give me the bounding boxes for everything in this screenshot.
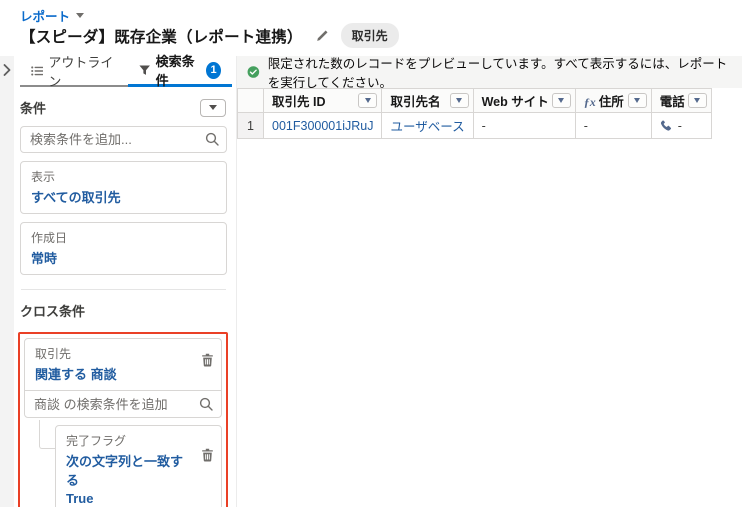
row-number-header [237, 88, 264, 113]
cross-filters-heading: クロス条件 [20, 304, 86, 319]
report-builder: レポート 【スピーダ】既存企業（レポート連携） 取引先 アウトライン 検索条件 … [0, 0, 742, 507]
trash-icon [202, 448, 213, 462]
sub-filters: 完了フラグ 次の文字列と一致する True 成立フラグ 次の文字列と一致する [39, 420, 222, 507]
filter-panel: アウトライン 検索条件 1 条件 検索条件を追加... 表示 すべての取引先 作… [14, 54, 232, 507]
search-icon [199, 397, 213, 411]
phone-icon [660, 119, 671, 131]
cross-add-filter-search [25, 390, 221, 417]
cross-add-filter-input[interactable] [25, 391, 221, 417]
column-label: 取引先名 [390, 95, 441, 109]
tab-outline-label: アウトライン [48, 54, 114, 89]
delete-sub-filter-button[interactable] [201, 448, 214, 465]
cross-filter-group: 取引先 関連する 商談 [24, 338, 222, 418]
sub-filter-operator: 次の文字列と一致する [66, 454, 184, 488]
title-row: 【スピーダ】既存企業（レポート連携） 取引先 [20, 23, 399, 48]
filter-label: 表示 [31, 170, 56, 184]
cross-filter-value: 関連する 商談 [35, 367, 117, 382]
chevron-down-icon [634, 98, 641, 103]
column-label: Web サイト [481, 95, 549, 109]
panel-collapse-rail [0, 56, 14, 507]
filter-label: 作成日 [31, 231, 68, 245]
preview-notice: 限定された数のレコードをプレビューしています。すべて表示するには、レポートを実行… [237, 56, 742, 90]
add-filter-input[interactable] [20, 126, 227, 153]
page-title: 【スピーダ】既存企業（レポート連携） [20, 28, 303, 46]
preview-notice-text: 限定された数のレコードをプレビューしています。すべて表示するには、レポートを実行… [267, 57, 728, 90]
tab-filters-label: 検索条件 [155, 54, 195, 88]
filter-value: すべての取引先 [31, 190, 121, 205]
filter-value: 常時 [31, 251, 58, 266]
edit-pencil-icon[interactable] [315, 29, 329, 43]
column-menu-button[interactable] [358, 93, 378, 108]
chevron-down-icon [456, 98, 463, 103]
row-number: 1 [237, 112, 264, 139]
account-id-link[interactable]: 001F300001iJRuJ [272, 119, 373, 133]
table-header-row: 取引先 ID 取引先名 Web サイト ƒx 住所 電話 [237, 88, 712, 113]
report-preview: 限定された数のレコードをプレビューしています。すべて表示するには、レポートを実行… [236, 56, 742, 507]
divider [21, 289, 226, 290]
panel-tabbar: アウトライン 検索条件 1 [14, 54, 232, 89]
column-menu-button[interactable] [627, 93, 647, 108]
chevron-down-icon [694, 98, 701, 103]
tab-outline[interactable]: アウトライン [20, 55, 129, 89]
column-label: 取引先 ID [272, 95, 326, 109]
search-icon [205, 132, 219, 146]
chevron-down-icon [558, 98, 565, 103]
conditions-menu-button[interactable] [200, 98, 226, 117]
column-label: 電話 [659, 95, 685, 109]
address-cell: - [574, 112, 652, 139]
cross-filter-object: 取引先 [35, 347, 72, 361]
filter-card-created-date[interactable]: 作成日 常時 [20, 222, 227, 275]
chevron-down-icon[interactable] [76, 13, 85, 18]
column-header-account-name[interactable]: 取引先名 [381, 88, 474, 113]
tree-connector-line [39, 420, 55, 449]
conditions-heading: 条件 [20, 101, 47, 116]
website-cell: - [472, 112, 576, 139]
column-header-website[interactable]: Web サイト [472, 88, 576, 113]
object-type-badge: 取引先 [340, 23, 399, 48]
filter-card-scope[interactable]: 表示 すべての取引先 [20, 161, 227, 214]
column-header-address[interactable]: ƒx 住所 [574, 88, 652, 113]
table-row: 1 001F300001iJRuJ ユーザベース - - - [237, 112, 712, 139]
tab-filters[interactable]: 検索条件 1 [128, 54, 232, 88]
column-menu-button[interactable] [687, 93, 707, 108]
column-header-phone[interactable]: 電話 [650, 88, 712, 113]
list-icon [31, 65, 44, 76]
phone-cell: - [650, 112, 712, 139]
trash-icon [202, 353, 213, 367]
filter-funnel-icon [139, 65, 151, 75]
sub-filter-value: True [66, 491, 94, 506]
cross-filter-card[interactable]: 取引先 関連する 商談 [25, 339, 221, 390]
phone-value: - [677, 118, 682, 133]
chevron-down-icon [209, 105, 217, 110]
sub-filter-field: 完了フラグ [66, 434, 127, 448]
filter-panel-body: 条件 表示 すべての取引先 作成日 常時 クロス条件 [14, 98, 232, 507]
delete-cross-filter-button[interactable] [201, 353, 214, 370]
account-name-link[interactable]: ユーザベース [390, 120, 464, 134]
preview-table: 取引先 ID 取引先名 Web サイト ƒx 住所 電話 1 001F30000… [237, 88, 712, 139]
column-menu-button[interactable] [449, 93, 469, 108]
column-menu-button[interactable] [551, 93, 571, 108]
filter-count-badge: 1 [206, 61, 221, 79]
chevron-right-icon[interactable] [3, 64, 11, 76]
annotation-highlight-box: 取引先 関連する 商談 商談 の検索条件を追加 完了フラグ 次の文字列と一致する… [18, 332, 228, 507]
chevron-down-icon [364, 98, 371, 103]
fx-formula-icon: ƒx [583, 95, 596, 109]
column-header-account-id[interactable]: 取引先 ID [262, 88, 383, 113]
success-check-icon [247, 66, 260, 78]
column-label: 住所 [598, 95, 624, 109]
add-filter-search [20, 126, 227, 153]
sub-filter-card-kanryo[interactable]: 完了フラグ 次の文字列と一致する True [55, 425, 222, 507]
